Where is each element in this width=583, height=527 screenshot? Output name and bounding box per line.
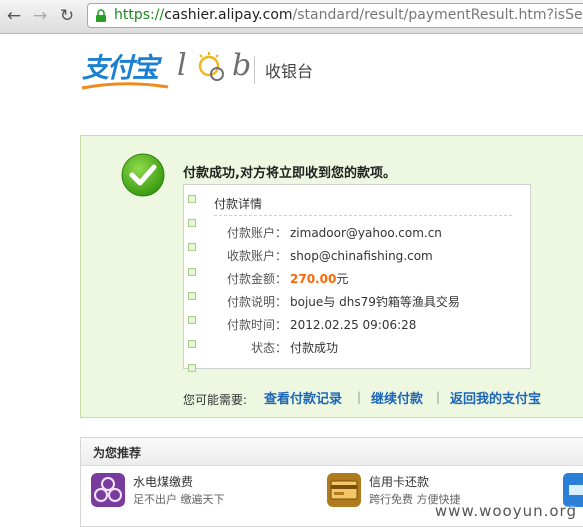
- browser-toolbar: ← → ↻ https://cashier.alipay.com/standar…: [0, 0, 583, 34]
- payment-status-row: 状态： 付款成功: [184, 338, 530, 358]
- recommend-item-name: 信用卡还款: [369, 475, 430, 489]
- view-payment-records-link[interactable]: 查看付款记录: [264, 388, 342, 407]
- recommend-header: 为您推荐: [81, 438, 583, 466]
- alipay-logo[interactable]: 支付宝: [82, 46, 159, 85]
- page-header: 支付宝 l b 收银台: [0, 34, 583, 124]
- recommend-item-utilities[interactable]: 水电煤缴费 足不出户 缴遍天下: [91, 473, 291, 513]
- row-value: 270.00元: [290, 269, 348, 289]
- payment-success-panel: 付款成功,对方将立即收到您的款项。 付款详情 付款账户： zimadoor@ya…: [80, 135, 583, 418]
- recommend-title: 为您推荐: [93, 446, 142, 460]
- row-value: zimadoor@yahoo.com.cn: [290, 226, 442, 240]
- row-value: 付款成功: [290, 341, 339, 355]
- url-path: /standard/result/paymentResult.htm?isSet…: [292, 7, 583, 23]
- actions-prefix: 您可能需要:: [183, 393, 248, 407]
- row-label: 收款账户：: [226, 249, 287, 263]
- row-value: 2012.02.25 09:06:28: [290, 318, 417, 332]
- row-label: 付款账户：: [226, 226, 287, 240]
- payment-detail-box: 付款详情 付款账户： zimadoor@yahoo.com.cn 收款账户： s…: [183, 184, 531, 373]
- row-label: 付款说明：: [226, 295, 287, 309]
- recommend-item-desc: 足不出户 缴遍天下: [133, 493, 225, 506]
- payment-amount: 270.00: [290, 272, 337, 286]
- row-label: 付款金额：: [226, 272, 287, 286]
- currency-unit: 元: [336, 272, 349, 286]
- url-text: https://cashier.alipay.com/standard/resu…: [114, 7, 583, 24]
- address-bar[interactable]: https://cashier.alipay.com/standard/resu…: [87, 3, 583, 28]
- action-separator: |: [357, 390, 362, 404]
- payee-account-row: 收款账户： shop@chinafishing.com: [184, 246, 530, 266]
- recommend-item-name: 水电煤缴费: [133, 475, 194, 489]
- page-title: 收银台: [265, 62, 314, 81]
- payer-account-row: 付款账户： zimadoor@yahoo.com.cn: [184, 223, 530, 243]
- watermark: www.wooyun.org: [434, 502, 577, 520]
- row-label: 状态：: [250, 341, 287, 355]
- utility-payment-icon: [91, 473, 125, 507]
- row-value: bojue与 dhs79钓箱等渔具交易: [290, 295, 460, 309]
- payment-note-row: 付款说明： bojue与 dhs79钓箱等渔具交易: [184, 292, 530, 312]
- payment-amount-row: 付款金额： 270.00元: [184, 269, 530, 289]
- logo-swoosh-icon: [81, 82, 169, 90]
- back-arrow-icon[interactable]: ←: [4, 6, 24, 26]
- detail-title: 付款详情: [214, 197, 263, 211]
- lock-icon: [96, 9, 106, 22]
- url-protocol: https://: [114, 7, 165, 23]
- lab-logo-text: l: [177, 48, 188, 83]
- reload-icon[interactable]: ↻: [57, 6, 77, 26]
- header-divider: [254, 56, 255, 84]
- payment-time-row: 付款时间： 2012.02.25 09:06:28: [184, 315, 530, 335]
- row-value: shop@chinafishing.com: [290, 249, 433, 263]
- action-separator: |: [436, 390, 441, 404]
- continue-payment-link[interactable]: 继续付款: [371, 388, 423, 407]
- success-message: 付款成功,对方将立即收到您的款项。: [183, 166, 396, 181]
- bullet-icon: [188, 195, 196, 203]
- lab-logo-tail: b: [232, 48, 253, 83]
- success-check-icon: [121, 153, 165, 197]
- credit-card-icon: [327, 473, 361, 507]
- detail-divider: [214, 215, 512, 216]
- bullet-icon: [188, 364, 196, 373]
- url-host: cashier.alipay.com: [164, 7, 293, 23]
- row-label: 付款时间：: [226, 318, 287, 332]
- return-to-alipay-link[interactable]: 返回我的支付宝: [450, 388, 541, 407]
- forward-arrow-icon[interactable]: →: [30, 6, 50, 26]
